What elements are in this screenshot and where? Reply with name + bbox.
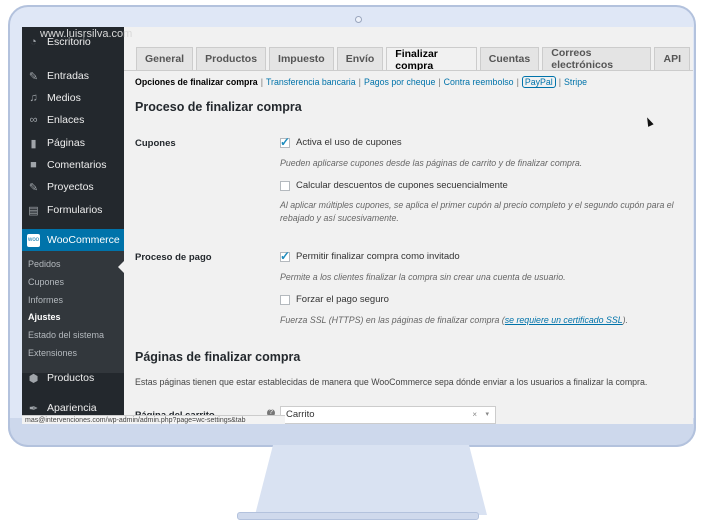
section-title: Proceso de finalizar compra bbox=[135, 100, 302, 114]
tab-finalizar-compra[interactable]: Finalizar compra bbox=[386, 47, 477, 72]
page-icon: ▮ bbox=[30, 137, 37, 150]
sidebar-item-medios[interactable]: ♫ Medios bbox=[22, 87, 124, 109]
subnav-opciones[interactable]: Opciones de finalizar compra bbox=[135, 77, 258, 87]
monitor-base bbox=[237, 512, 479, 520]
desc-line: rebajado y así sucesivamente. bbox=[280, 213, 399, 223]
checkout-subnav: Opciones de finalizar compra | Transferenc… bbox=[135, 76, 588, 88]
sidebar-item-label: Apariencia bbox=[47, 402, 97, 414]
tab-correos[interactable]: Correos electrónicos bbox=[542, 47, 652, 71]
brush-icon: ✒ bbox=[28, 402, 39, 415]
media-icon: ♫ bbox=[29, 92, 38, 104]
chevron-down-icon[interactable]: ▾ bbox=[485, 407, 489, 423]
sidebar-item-label: Entradas bbox=[47, 70, 90, 82]
subnav-transferencia[interactable]: Transferencia bancaria bbox=[266, 77, 356, 87]
option-label: Permitir finalizar compra como invitado bbox=[296, 251, 460, 262]
sidebar-item-label: Enlaces bbox=[47, 114, 85, 126]
comment-icon: ■ bbox=[30, 159, 37, 171]
sidebar-item-label: Formularios bbox=[47, 204, 103, 216]
sidebar-item-proyectos[interactable]: ✎ Proyectos bbox=[22, 176, 124, 198]
cart-page-select[interactable]: Carrito × ▾ bbox=[280, 406, 496, 424]
submenu-item-extensiones[interactable]: Extensiones bbox=[28, 348, 77, 358]
dashboard-icon: ◔ bbox=[30, 36, 37, 48]
main-content: General Productos Impuesto Envío Finaliz… bbox=[124, 27, 693, 424]
check-icon: ✓ bbox=[280, 248, 291, 263]
pin-icon: ✎ bbox=[28, 70, 39, 83]
guest-checkout-option[interactable]: ✓ Permitir finalizar compra como invitad… bbox=[280, 248, 460, 263]
submenu-item-informes[interactable]: Informes bbox=[28, 295, 63, 305]
sidebar-item-woocommerce[interactable]: woo WooCommerce bbox=[22, 229, 124, 251]
submenu-item-pedidos[interactable]: Pedidos bbox=[28, 259, 61, 269]
sidebar-item-label: Proyectos bbox=[47, 181, 94, 193]
force-ssl-option[interactable]: Forzar el pago seguro bbox=[280, 294, 389, 305]
option-label: Activa el uso de cupones bbox=[296, 137, 402, 148]
tab-envio[interactable]: Envío bbox=[336, 47, 384, 70]
sidebar-item-comentarios[interactable]: ■ Comentarios bbox=[22, 154, 124, 176]
subnav-stripe[interactable]: Stripe bbox=[564, 77, 587, 87]
admin-sidebar: www.luisrsilva.com ◔ Escritorio ✎ Entradas… bbox=[22, 27, 132, 424]
pages-section-title: Páginas de finalizar compra bbox=[135, 350, 301, 364]
mouse-cursor bbox=[644, 116, 654, 127]
submenu-item-cupones[interactable]: Cupones bbox=[28, 277, 64, 287]
form-icon: ▤ bbox=[28, 204, 39, 217]
coupons-enable-option[interactable]: ✓ Activa el uso de cupones bbox=[280, 134, 402, 149]
submenu-item-ajustes[interactable]: Ajustes bbox=[28, 312, 61, 322]
guest-checkout-desc: Permite a los clientes finalizar la comp… bbox=[280, 272, 566, 282]
coupons-desc: Pueden aplicarse cupones desde las págin… bbox=[280, 158, 583, 168]
tab-general[interactable]: General bbox=[136, 47, 194, 70]
select-value: Carrito bbox=[286, 409, 315, 420]
clear-icon[interactable]: × bbox=[472, 407, 477, 423]
checkout-process-label: Proceso de pago bbox=[135, 252, 212, 263]
tab-cuentas[interactable]: Cuentas bbox=[479, 47, 540, 70]
option-label: Forzar el pago seguro bbox=[296, 294, 389, 305]
coupons-sequential-desc: Al aplicar múltiples cupones, se aplica … bbox=[280, 199, 674, 225]
desc-text: ). bbox=[622, 315, 628, 325]
tab-productos[interactable]: Productos bbox=[196, 47, 267, 70]
subnav-paypal[interactable]: PayPal bbox=[521, 76, 556, 88]
sidebar-item-label: Productos bbox=[47, 372, 95, 384]
sidebar-item-paginas[interactable]: ▮ Páginas bbox=[22, 132, 124, 154]
coupons-enable-checkbox[interactable]: ✓ bbox=[280, 134, 291, 149]
submenu-item-estado[interactable]: Estado del sistema bbox=[28, 330, 104, 340]
sidebar-item-enlaces[interactable]: ∞ Enlaces bbox=[22, 109, 124, 131]
sidebar-item-label: Páginas bbox=[47, 137, 85, 149]
sidebar-item-entradas[interactable]: ✎ Entradas bbox=[22, 65, 124, 87]
box-icon: ⬢ bbox=[28, 372, 39, 385]
subnav-cheque[interactable]: Pagos por cheque bbox=[364, 77, 435, 87]
sidebar-item-label: Comentarios bbox=[47, 159, 107, 171]
woo-icon: woo bbox=[27, 233, 40, 247]
status-bar-url: mas@intervenciones.com/wp-admin/admin.ph… bbox=[22, 415, 285, 424]
settings-tabs: General Productos Impuesto Envío Finaliz… bbox=[136, 47, 693, 72]
pin-icon: ✎ bbox=[28, 181, 39, 194]
coupons-sequential-option[interactable]: Calcular descuentos de cupones secuencia… bbox=[280, 180, 508, 191]
sidebar-item-formularios[interactable]: ▤ Formularios bbox=[22, 199, 124, 221]
sidebar-item-label: Medios bbox=[47, 92, 81, 104]
sidebar-item-label: WooCommerce bbox=[47, 234, 120, 246]
option-label: Calcular descuentos de cupones secuencia… bbox=[296, 180, 508, 191]
watermark: www.luisrsilva.com bbox=[40, 28, 133, 40]
ssl-certificate-link[interactable]: se requiere un certificado SSL bbox=[505, 315, 623, 325]
tabs-divider bbox=[124, 70, 693, 71]
tab-impuesto[interactable]: Impuesto bbox=[269, 47, 334, 70]
screen: www.luisrsilva.com ◔ Escritorio ✎ Entradas… bbox=[22, 27, 693, 424]
monitor-stand bbox=[255, 445, 487, 515]
force-ssl-checkbox[interactable] bbox=[280, 294, 290, 305]
tab-api[interactable]: API bbox=[654, 47, 690, 70]
link-icon: ∞ bbox=[29, 114, 38, 126]
check-icon: ✓ bbox=[280, 134, 291, 149]
woocommerce-submenu: Pedidos Cupones Informes Ajustes Estado … bbox=[22, 251, 124, 373]
sidebar-item-productos[interactable]: ⬢ Productos bbox=[22, 367, 124, 389]
desc-text: Fuerza SSL (HTTPS) en las páginas de fin… bbox=[280, 315, 505, 325]
coupons-label: Cupones bbox=[135, 138, 176, 149]
coupons-sequential-checkbox[interactable] bbox=[280, 180, 290, 191]
guest-checkout-checkbox[interactable]: ✓ bbox=[280, 248, 291, 263]
pages-section-intro: Estas páginas tienen que estar estableci… bbox=[135, 377, 648, 387]
desc-line: Al aplicar múltiples cupones, se aplica … bbox=[280, 200, 674, 210]
force-ssl-desc: Fuerza SSL (HTTPS) en las páginas de fin… bbox=[280, 314, 628, 327]
camera-dot bbox=[355, 16, 362, 23]
subnav-reembolso[interactable]: Contra reembolso bbox=[444, 77, 514, 87]
